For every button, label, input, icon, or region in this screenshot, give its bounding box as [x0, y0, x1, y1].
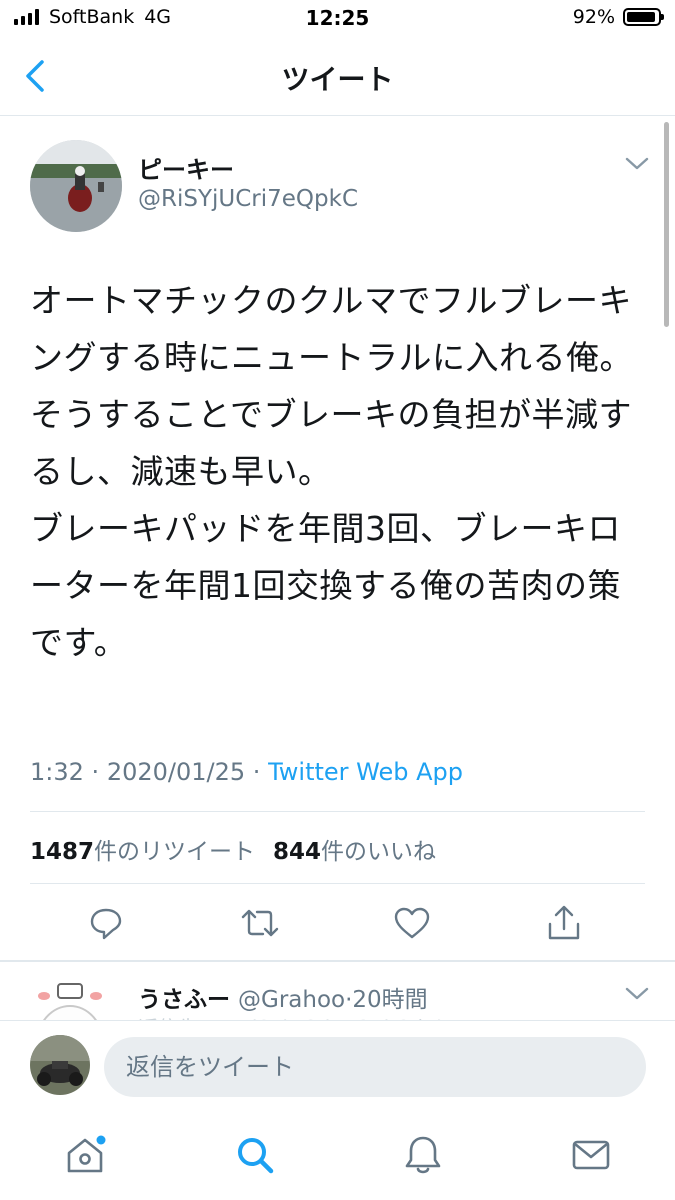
- chevron-down-icon: [625, 157, 649, 170]
- share-button[interactable]: [540, 899, 588, 947]
- reply-button[interactable]: [82, 899, 130, 947]
- tweet-meta: 1:32 · 2020/01/25 · Twitter Web App: [30, 758, 463, 786]
- like-button[interactable]: [388, 899, 436, 947]
- tweet-time: 1:32: [30, 758, 84, 786]
- divider: [30, 811, 645, 812]
- reply-input[interactable]: [104, 1037, 646, 1097]
- chevron-down-icon: [625, 987, 649, 1000]
- retweets-stat[interactable]: 1487件のリツイート: [30, 839, 255, 865]
- author-avatar[interactable]: [30, 140, 122, 232]
- tweet-stats: 1487件のリツイート 844件のいいね: [30, 832, 436, 866]
- tab-bar: [0, 1112, 675, 1200]
- reply-menu-button[interactable]: [624, 986, 650, 1006]
- like-icon: [394, 907, 430, 939]
- tweet-source-link[interactable]: Twitter Web App: [268, 758, 463, 786]
- battery-icon: [623, 8, 664, 26]
- status-bar: SoftBank 4G 12:25 92%: [0, 0, 675, 38]
- tweet-actions: [0, 895, 675, 955]
- share-icon: [548, 905, 580, 940]
- author-name[interactable]: ピーキー: [138, 150, 234, 185]
- home-icon: [67, 1135, 106, 1173]
- reply-icon: [90, 908, 122, 940]
- page-title: ツイート: [281, 63, 394, 96]
- header: ツイート: [0, 38, 675, 116]
- status-right: 92%: [572, 6, 664, 28]
- my-avatar: [30, 1035, 90, 1095]
- divider: [30, 883, 645, 884]
- retweet-icon: [241, 909, 279, 937]
- reply-author-name[interactable]: うさふー: [138, 987, 230, 1013]
- reply-header: うさふー @Grahoo·20時間: [138, 980, 428, 1014]
- tweet-text: オートマチックのクルマでフルブレーキングする時にニュートラルに入れる俺。 そうす…: [30, 281, 633, 662]
- compose-bar: [0, 1020, 675, 1112]
- section-divider: [0, 960, 675, 962]
- battery-percent: 92%: [572, 6, 615, 28]
- reply-author-handle[interactable]: @Grahoo: [238, 987, 345, 1013]
- tab-home[interactable]: [60, 1130, 110, 1180]
- like-label: 件のいいね: [321, 839, 437, 865]
- tab-notifications[interactable]: [398, 1130, 448, 1180]
- tweet-menu-button[interactable]: [624, 156, 650, 176]
- scroll-indicator: [664, 122, 669, 327]
- tab-messages[interactable]: [566, 1130, 616, 1180]
- tab-search[interactable]: [230, 1130, 280, 1180]
- avatar-photo: [30, 1035, 90, 1095]
- search-icon: [238, 1138, 274, 1174]
- like-count: 844: [273, 839, 322, 865]
- retweet-button[interactable]: [236, 899, 284, 947]
- author-handle[interactable]: @RiSYjUCri7eQpkC: [138, 186, 358, 212]
- retweet-count: 1487: [30, 839, 95, 865]
- tweet-date: 2020/01/25: [106, 758, 246, 786]
- avatar-photo: [30, 140, 122, 232]
- reply-time: 20時間: [352, 987, 428, 1013]
- meta-separator: ·: [91, 758, 100, 786]
- notifications-icon: [405, 1136, 441, 1174]
- messages-icon: [572, 1140, 610, 1170]
- likes-stat[interactable]: 844件のいいね: [273, 839, 436, 865]
- retweet-label: 件のリツイート: [94, 839, 256, 865]
- meta-separator: ·: [252, 758, 261, 786]
